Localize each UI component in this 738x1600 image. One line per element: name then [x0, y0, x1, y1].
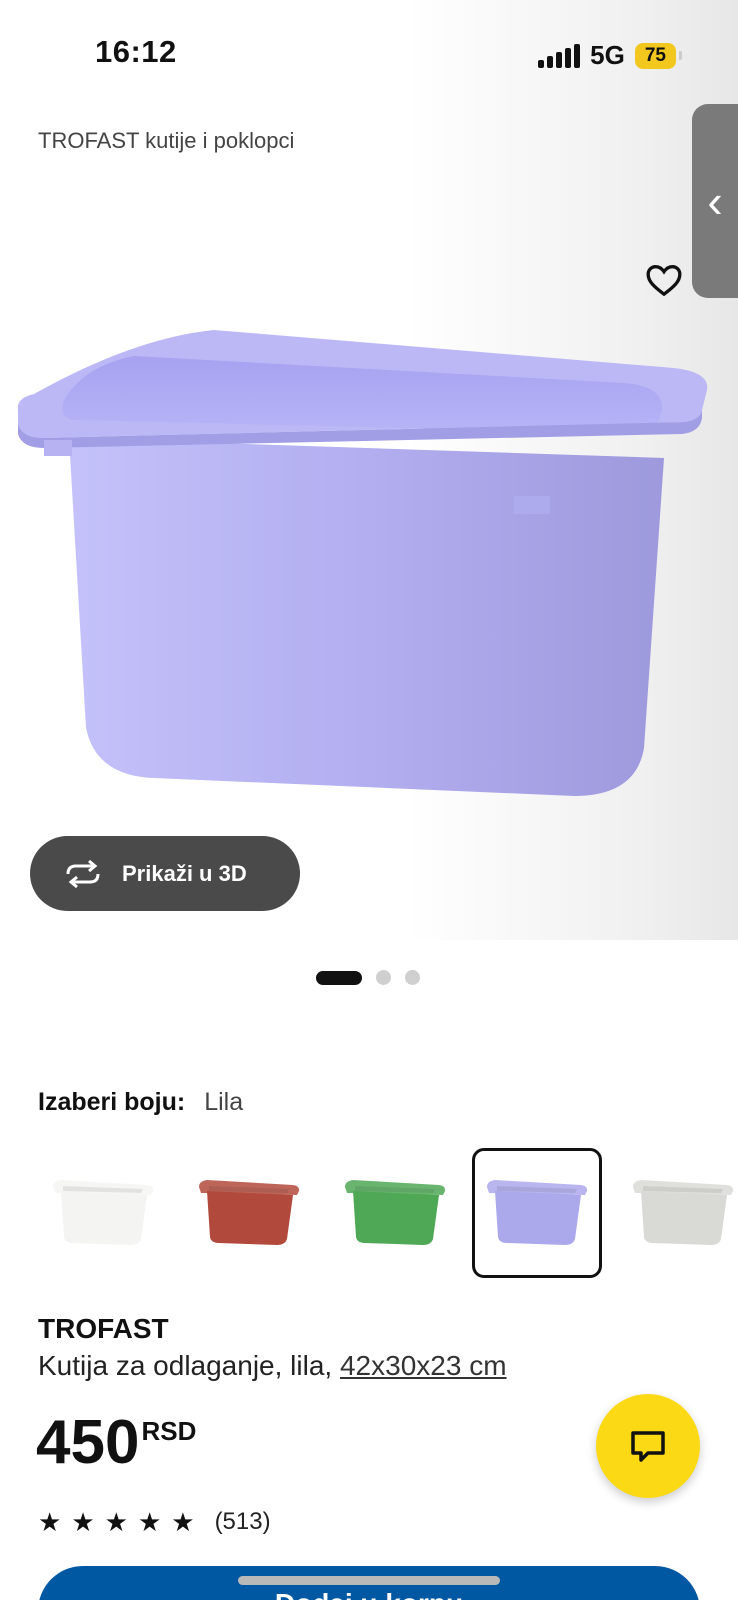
star-icon: ★: [71, 1507, 95, 1537]
side-panel-tab[interactable]: ‹: [692, 104, 738, 298]
carousel-dot-active[interactable]: [316, 970, 362, 985]
chat-icon: [631, 1431, 665, 1462]
signal-icon: [538, 43, 581, 68]
status-indicators: 5G 75: [538, 40, 683, 71]
battery-icon: 75: [634, 42, 683, 69]
color-swatches: [38, 1148, 738, 1278]
price-amount: 450: [36, 1408, 140, 1477]
carousel-dots: [316, 970, 420, 985]
star-icon: ★: [104, 1507, 128, 1537]
product-rating[interactable]: ★ ★ ★ ★ ★ (513): [38, 1508, 271, 1536]
color-swatch-image: [345, 1180, 446, 1245]
carousel-dot[interactable]: [376, 970, 391, 985]
rating-stars: ★ ★ ★ ★ ★: [38, 1509, 195, 1535]
status-time: 16:12: [95, 34, 177, 69]
color-swatch-image: [53, 1180, 154, 1245]
color-label: Izaberi boju:: [38, 1088, 186, 1116]
color-swatch-white[interactable]: [38, 1148, 168, 1278]
color-swatch-image: [199, 1180, 300, 1245]
view-3d-button[interactable]: Prikaži u 3D: [30, 836, 300, 911]
price-currency: RSD: [141, 1416, 197, 1446]
product-image: [17, 330, 708, 796]
chevron-left-icon: ‹: [707, 175, 723, 227]
chat-button[interactable]: [596, 1394, 700, 1498]
selected-color: Lila: [204, 1088, 244, 1116]
star-icon: ★: [137, 1507, 162, 1537]
home-indicator[interactable]: [238, 1576, 500, 1585]
color-swatch-green[interactable]: [330, 1148, 460, 1278]
carousel-dot[interactable]: [405, 970, 420, 985]
product-gallery[interactable]: TROFAST kutije i poklopci ‹ Prikaži u 3D: [0, 0, 738, 985]
star-icon: ★: [171, 1507, 195, 1537]
product-dimensions-link[interactable]: 42x30x23 cm: [340, 1350, 507, 1381]
product-description: Kutija za odlaganje, lila, 42x30x23 cm: [38, 1350, 507, 1382]
product-description-text: Kutija za odlaganje, lila,: [38, 1350, 340, 1381]
product-price: 450 RSD: [36, 1412, 196, 1474]
star-icon: ★: [38, 1507, 62, 1537]
breadcrumb[interactable]: TROFAST kutije i poklopci: [38, 128, 294, 154]
color-swatch-image: [487, 1180, 588, 1245]
rotate-3d-icon: [66, 859, 100, 888]
color-swatch-grey[interactable]: [618, 1148, 738, 1278]
color-swatch-image: [633, 1180, 734, 1245]
network-type: 5G: [590, 40, 625, 70]
color-swatch-lilac[interactable]: [472, 1148, 602, 1278]
review-count: (513): [214, 1508, 271, 1535]
color-swatch-red[interactable]: [184, 1148, 314, 1278]
heart-icon[interactable]: [644, 260, 684, 300]
color-selector-label: Izaberi boju: Lila: [38, 1088, 243, 1117]
product-name: TROFAST: [38, 1313, 169, 1344]
view-3d-label: Prikaži u 3D: [122, 860, 247, 886]
